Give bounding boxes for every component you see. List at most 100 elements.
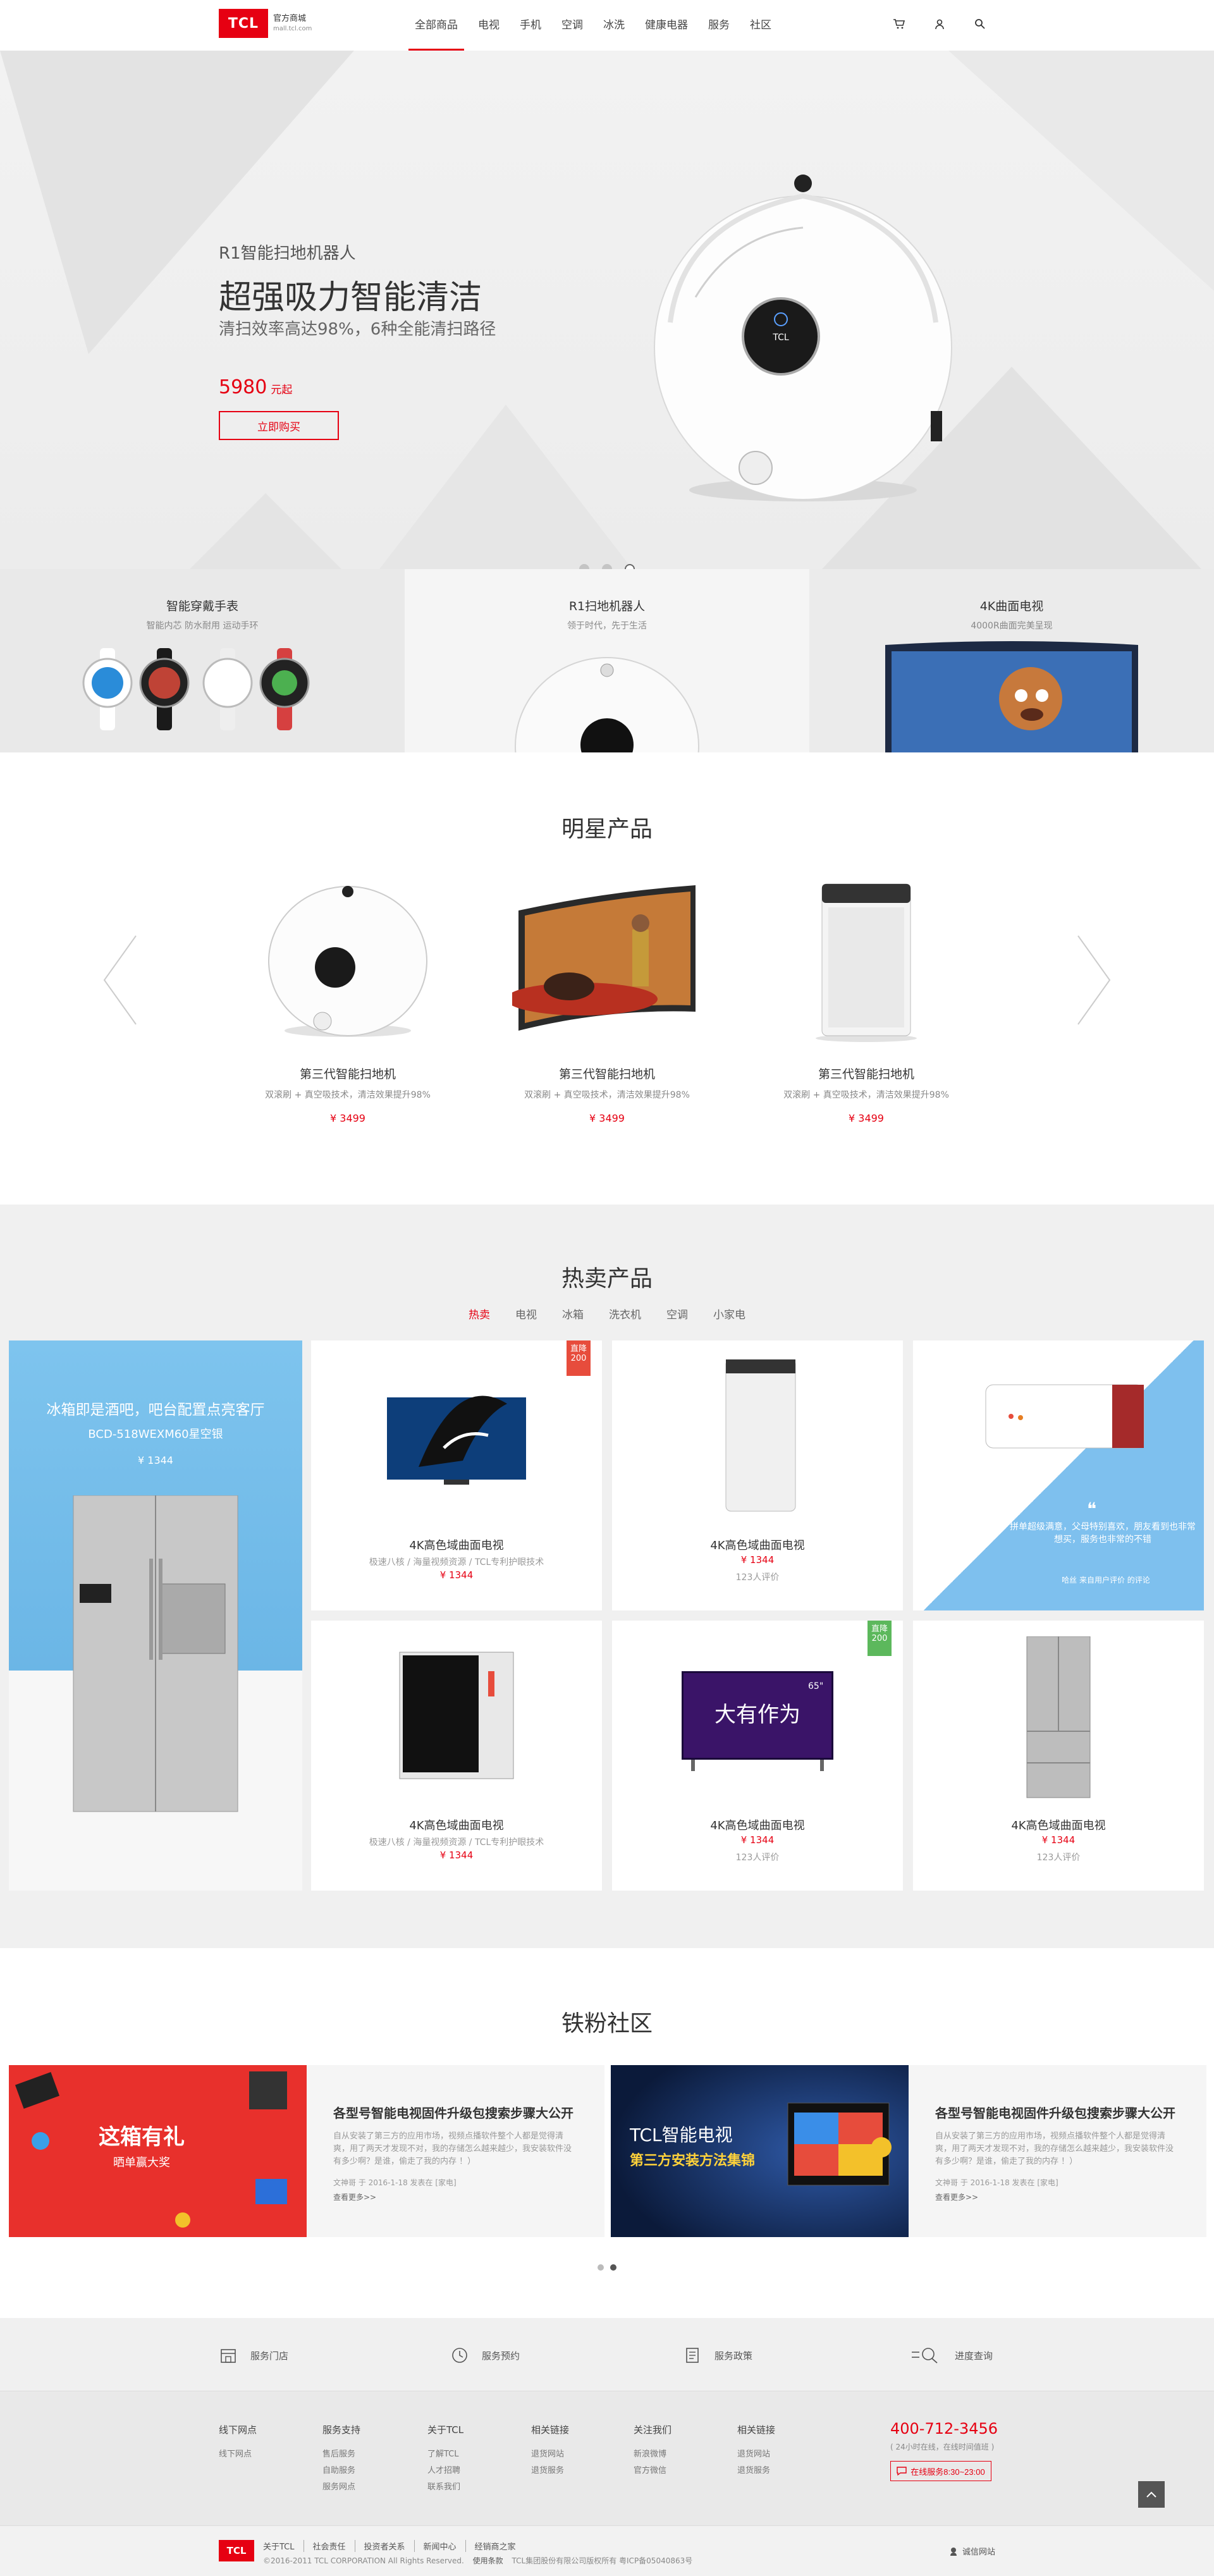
- banner-main-text: TCL智能电视: [629, 2125, 733, 2145]
- arrow-right-icon[interactable]: [1075, 933, 1113, 1027]
- footer-link[interactable]: 退货服务: [531, 2463, 569, 2479]
- bottom-link[interactable]: 新闻中心: [414, 2540, 465, 2552]
- user-icon[interactable]: [932, 16, 947, 32]
- tv-image: 大有作为 65": [682, 1671, 833, 1771]
- search-icon[interactable]: [972, 16, 988, 32]
- tab-hot[interactable]: 热卖: [463, 1306, 495, 1322]
- hot-product-card[interactable]: 直降200 大有作为 65" 4K高色域曲面电视 ¥ 1344 123人评价: [612, 1621, 903, 1891]
- community-post[interactable]: 各型号智能电视固件升级包搜索步骤大公开 自从安装了第三方的应用市场，视频点播软件…: [909, 2065, 1206, 2237]
- carousel-dot-1[interactable]: [579, 564, 589, 569]
- service-progress[interactable]: 进度查询: [910, 2346, 993, 2365]
- community-post[interactable]: 各型号智能电视固件升级包搜索步骤大公开 自从安装了第三方的应用市场，视频点播软件…: [307, 2065, 604, 2237]
- back-to-top-button[interactable]: [1138, 2481, 1165, 2508]
- footer-column: 相关链接 退货网站 退货服务: [531, 2423, 569, 2479]
- hot-product-card[interactable]: 4K高色域曲面电视 ¥ 1344 123人评价: [612, 1340, 903, 1610]
- review-text: 拼单超级满意，父母特别喜欢，朋友看到也非常想买，服务也非常的不错: [1010, 1522, 1196, 1545]
- nav-fridge-washer[interactable]: 冰洗: [593, 0, 635, 51]
- trust-label: 诚信网站: [962, 2548, 996, 2557]
- nav-service[interactable]: 服务: [698, 0, 740, 51]
- nav-community[interactable]: 社区: [740, 0, 782, 51]
- nav-phone[interactable]: 手机: [510, 0, 551, 51]
- footer-col-title: 相关链接: [531, 2424, 570, 2436]
- hot-product-card[interactable]: 4K高色域曲面电视 ¥ 1344 123人评价: [913, 1621, 1204, 1891]
- star-product-card[interactable]: 第三代智能扫地机 双滚刷 + 真空吸技术，清洁效果提升98% ¥ 3499: [503, 879, 711, 1124]
- product-sub: 极速八核 / 海量视频资源 / TCL专利护眼技术: [369, 1557, 544, 1567]
- tab-fridge[interactable]: 冰箱: [557, 1306, 589, 1322]
- bottom-link[interactable]: 经销商之家: [465, 2540, 525, 2552]
- footer-link[interactable]: 售后服务: [322, 2446, 360, 2463]
- review-quote-card[interactable]: ❝ 拼单超级满意，父母特别喜欢，朋友看到也非常想买，服务也非常的不错 哈丝 来自…: [913, 1340, 1204, 1610]
- service-booking[interactable]: 服务预约: [450, 2346, 520, 2365]
- footer-link[interactable]: 线下网点: [219, 2446, 257, 2463]
- tv-whale-image: [387, 1395, 526, 1485]
- header: TCL 官方商城 mall.tcl.com 全部商品 电视 手机 空调 冰洗 健…: [0, 0, 1214, 51]
- progress-search-icon: [912, 2348, 938, 2364]
- bottom-link[interactable]: 投资者关系: [354, 2540, 414, 2552]
- tab-tv[interactable]: 电视: [510, 1306, 542, 1322]
- robot-vacuum-image: TCL: [654, 175, 952, 501]
- product-price: ¥ 1344: [439, 1569, 474, 1581]
- tab-washer[interactable]: 洗衣机: [604, 1306, 646, 1322]
- carousel-dot-3[interactable]: [625, 564, 635, 569]
- arrow-left-icon[interactable]: [101, 933, 139, 1027]
- hot-product-card[interactable]: 4K高色域曲面电视 极速八核 / 海量视频资源 / TCL专利护眼技术 ¥ 13…: [311, 1621, 602, 1891]
- online-service-button[interactable]: 在线服务8:30~23:00: [890, 2461, 991, 2481]
- footer-link[interactable]: 退货网站: [737, 2446, 775, 2463]
- product-name: 4K高色域曲面电视: [409, 1819, 504, 1832]
- footer-link[interactable]: 退货网站: [531, 2446, 569, 2463]
- bottom-link[interactable]: 社会责任: [303, 2540, 355, 2552]
- carousel-dot-2[interactable]: [602, 564, 612, 569]
- bottom-bar: TCL 关于TCL 社会责任 投资者关系 新闻中心 经销商之家 ©2016-20…: [0, 2525, 1214, 2576]
- footer-link[interactable]: 人才招聘: [427, 2463, 463, 2479]
- nav-all-products[interactable]: 全部商品: [405, 0, 468, 51]
- post-meta: 文神哥 于 2016-1-18 发表在 [家电]: [333, 2178, 457, 2187]
- product-price: ¥ 3499: [330, 1112, 365, 1124]
- gift-banner[interactable]: 这箱有礼 晒单赢大奖: [9, 2065, 307, 2237]
- tcl-logo[interactable]: TCL: [219, 9, 268, 38]
- air-purifier-image: [816, 883, 917, 1042]
- read-more-link[interactable]: 查看更多>>: [333, 2192, 578, 2202]
- footer-link[interactable]: 了解TCL: [427, 2446, 463, 2463]
- footer-logo[interactable]: TCL: [219, 2540, 254, 2561]
- service-policy[interactable]: 服务政策: [683, 2346, 752, 2365]
- footer-link[interactable]: 退货服务: [737, 2463, 775, 2479]
- nav-tv[interactable]: 电视: [468, 0, 510, 51]
- tab-small-appliance[interactable]: 小家电: [708, 1306, 751, 1322]
- star-product-card[interactable]: 第三代智能扫地机 双滚刷 + 真空吸技术，清洁效果提升98% ¥ 3499: [243, 879, 452, 1124]
- feature-robot[interactable]: R1扫地机器人 领于时代，先于生活: [405, 569, 809, 752]
- air-conditioner-image: [985, 1384, 1144, 1449]
- hot-product-card[interactable]: 直降200 4K高色域曲面电视 极速八核 / 海量视频资源 / TCL专利护眼技…: [311, 1340, 602, 1610]
- feature-watch[interactable]: 智能穿戴手表 智能内芯 防水耐用 运动手环: [0, 569, 405, 752]
- nav-ac[interactable]: 空调: [551, 0, 593, 51]
- hot-tabs: 热卖 电视 冰箱 洗衣机 空调 小家电: [0, 1306, 1214, 1322]
- feature-title: 智能穿戴手表: [166, 599, 238, 613]
- buy-now-button[interactable]: 立即购买: [219, 411, 339, 440]
- read-more-link[interactable]: 查看更多>>: [935, 2192, 1180, 2202]
- footer-link[interactable]: 自助服务: [322, 2463, 360, 2479]
- footer-link[interactable]: 新浪微博: [634, 2446, 671, 2463]
- footer-link[interactable]: 联系我们: [427, 2479, 463, 2496]
- hero-title: 超强吸力智能清洁: [219, 279, 482, 317]
- product-reviews: 123人评价: [735, 1573, 780, 1583]
- trust-site-badge[interactable]: 诚信网站: [948, 2545, 995, 2557]
- fridge-promo-card[interactable]: 冰箱即是酒吧，吧台配置点亮客厅 BCD-518WEXM60星空银 ¥ 1344: [9, 1340, 302, 1891]
- terms-link[interactable]: 使用条款: [473, 2556, 503, 2565]
- hero-banner: R1智能扫地机器人 超强吸力智能清洁 清扫效率高达98%，6种全能清扫路径 59…: [0, 51, 1214, 569]
- community-dot-1[interactable]: [598, 2264, 604, 2271]
- star-product-card[interactable]: 第三代智能扫地机 双滚刷 + 真空吸技术，清洁效果提升98% ¥ 3499: [762, 879, 971, 1124]
- footer-link[interactable]: 服务网点: [322, 2479, 360, 2496]
- community-dot-2[interactable]: [610, 2264, 616, 2271]
- community-row: 这箱有礼 晒单赢大奖 各型号智能电视固件升级包搜索步骤大公开 自从安装了第三方的…: [9, 2065, 1206, 2237]
- nav-health[interactable]: 健康电器: [635, 0, 698, 51]
- promo-price: ¥ 1344: [138, 1454, 173, 1466]
- smart-tv-banner[interactable]: TCL智能电视 第三方安装方法集锦: [611, 2065, 909, 2237]
- cart-icon[interactable]: [892, 16, 907, 32]
- footer-link[interactable]: 官方微信: [634, 2463, 671, 2479]
- tab-ac[interactable]: 空调: [661, 1306, 693, 1322]
- star-products-section: 明星产品 第三代智能扫地机 双滚刷 + 真空吸技术，清洁效果提升98% ¥ 34…: [0, 752, 1214, 1205]
- feature-4k-tv[interactable]: 4K曲面电视 4000R曲面完美呈现: [809, 569, 1214, 752]
- banner-sub-text: 晒单赢大奖: [113, 2156, 170, 2169]
- service-store[interactable]: 服务门店: [219, 2346, 288, 2365]
- discount-badge: 直降200: [567, 1340, 591, 1376]
- bottom-link[interactable]: 关于TCL: [263, 2540, 304, 2552]
